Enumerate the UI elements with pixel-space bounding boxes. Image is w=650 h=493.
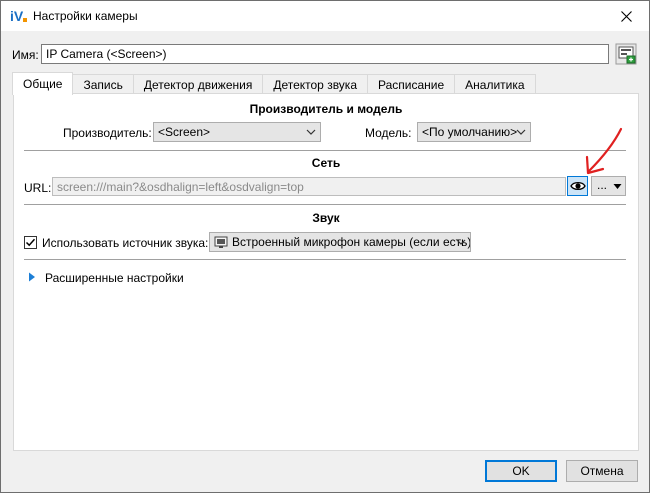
model-select-value: <По умолчанию> <box>422 125 518 139</box>
more-options-label: ... <box>597 178 608 192</box>
model-select[interactable]: <По умолчанию> <box>417 122 531 142</box>
manufacturer-select-value: <Screen> <box>158 125 211 139</box>
name-template-icon[interactable] <box>615 43 637 65</box>
chevron-down-icon <box>516 129 526 135</box>
tab-strip: Общие Запись Детектор движения Детектор … <box>12 72 536 95</box>
close-button[interactable] <box>603 1 649 31</box>
sound-source-select[interactable]: Встроенный микрофон камеры (если есть) <box>209 232 471 252</box>
camera-name-input[interactable] <box>41 44 609 64</box>
url-options-button[interactable]: ... <box>591 176 626 196</box>
chevron-down-icon <box>306 129 316 135</box>
app-logo-icon: iV <box>10 8 27 24</box>
camera-settings-window: iV Настройки камеры Имя: Общие Запись Де… <box>0 0 650 493</box>
close-icon <box>620 10 632 22</box>
url-label: URL: <box>24 181 52 195</box>
use-sound-source-checkbox[interactable] <box>24 236 37 249</box>
window-title: Настройки камеры <box>33 9 138 23</box>
sound-source-value: Встроенный микрофон камеры (если есть) <box>232 235 471 249</box>
caret-down-icon <box>613 184 622 189</box>
url-input[interactable]: screen:///main?&osdhalign=left&osdvalign… <box>52 177 566 196</box>
manufacturer-select[interactable]: <Screen> <box>153 122 321 142</box>
tab-general[interactable]: Общие <box>12 72 74 95</box>
model-label: Модель: <box>365 126 412 140</box>
use-sound-source-label[interactable]: Использовать источник звука: <box>42 236 208 250</box>
general-tab-panel: Производитель и модель Производитель: <S… <box>13 93 639 451</box>
chevron-down-icon <box>456 239 466 245</box>
separator <box>24 204 626 205</box>
tab-analytics[interactable]: Аналитика <box>454 74 536 94</box>
title-bar[interactable]: iV Настройки камеры <box>1 1 649 31</box>
sound-section-title: Звук <box>312 211 340 225</box>
show-password-button[interactable] <box>567 176 588 196</box>
tab-schedule[interactable]: Расписание <box>367 74 456 94</box>
name-label: Имя: <box>12 48 39 62</box>
eye-icon <box>569 181 586 191</box>
separator <box>24 150 626 151</box>
cancel-button[interactable]: Отмена <box>566 460 638 482</box>
svg-text:iV: iV <box>10 8 24 24</box>
manufacturer-label: Производитель: <box>63 126 152 140</box>
ok-button[interactable]: OK <box>485 460 557 482</box>
advanced-settings-toggle[interactable]: Расширенные настройки <box>45 271 184 285</box>
tab-recording[interactable]: Запись <box>72 74 134 94</box>
manufacturer-section-title: Производитель и модель <box>249 102 403 116</box>
checkmark-icon <box>25 238 36 247</box>
tab-motion-detector[interactable]: Детектор движения <box>132 74 264 94</box>
network-section-title: Сеть <box>311 156 341 170</box>
tab-sound-detector[interactable]: Детектор звука <box>262 74 368 94</box>
annotation-arrow-icon <box>585 127 623 175</box>
expand-arrow-icon[interactable] <box>28 272 36 282</box>
microphone-camera-icon <box>214 236 228 248</box>
separator <box>24 259 626 260</box>
